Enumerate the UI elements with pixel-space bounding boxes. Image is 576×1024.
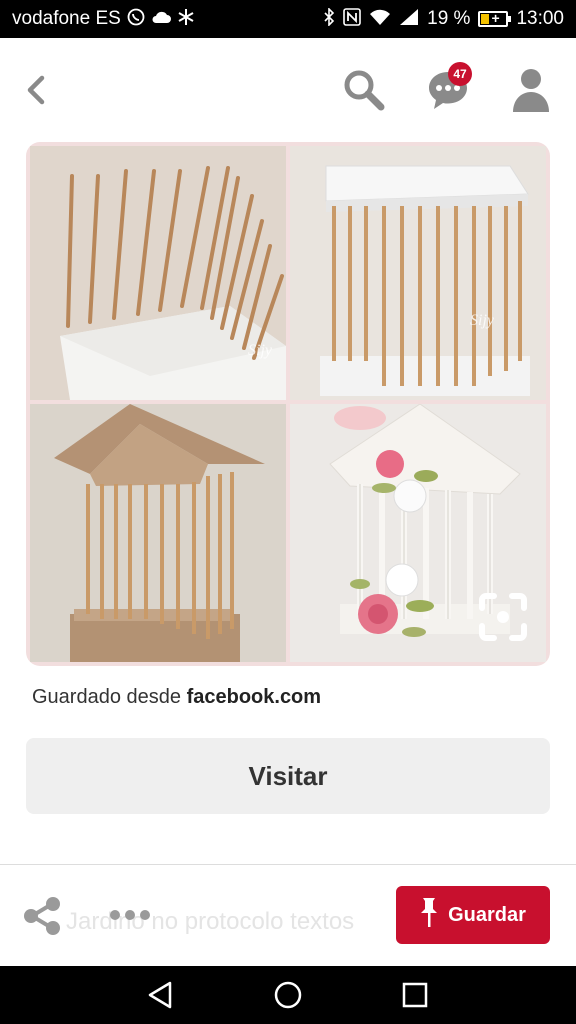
share-icon[interactable] (22, 896, 62, 936)
save-button[interactable]: Guardar (396, 886, 550, 944)
clock: 13:00 (516, 8, 564, 29)
back-arrow-icon[interactable] (20, 70, 52, 110)
bluetooth-icon (323, 7, 335, 30)
saved-from-prefix: Guardado desde (32, 686, 182, 708)
collage-photo-skewers (30, 146, 286, 400)
zoom-lens-icon[interactable] (478, 592, 528, 642)
saved-from-line: Guardado desde facebook.com (32, 686, 321, 709)
battery-percentage: 19 % (427, 8, 471, 29)
carrier-label: vodafone ES (12, 8, 121, 29)
pushpin-icon (420, 896, 438, 934)
system-navigation-bar (0, 966, 576, 1024)
nfc-icon (343, 8, 361, 30)
asterisk-icon (177, 8, 195, 30)
pin-header: 47 (0, 38, 576, 142)
notification-badge: 47 (448, 62, 472, 86)
status-bar: vodafone ES 19 % + 13:00 (0, 0, 576, 38)
profile-icon[interactable] (510, 66, 552, 114)
recents-square-icon[interactable] (398, 978, 432, 1012)
watermark-1: Sijy (248, 342, 272, 359)
collage-photo-foam-cage (290, 146, 546, 400)
signal-icon (399, 8, 419, 30)
visit-button[interactable]: Visitar (26, 738, 550, 814)
pin-image[interactable]: Sijy Sijy (26, 142, 550, 666)
wifi-icon (369, 8, 391, 30)
whatsapp-icon (127, 8, 145, 30)
watermark-2: Sijy (470, 312, 494, 329)
source-domain-link[interactable]: facebook.com (187, 686, 321, 708)
home-circle-icon[interactable] (271, 978, 305, 1012)
search-icon[interactable] (342, 68, 386, 112)
battery-icon: + (478, 10, 512, 27)
pin-action-bar: Jardino no protocolo textos Guardar (0, 866, 576, 966)
more-options-icon[interactable] (108, 904, 152, 926)
back-triangle-icon[interactable] (144, 978, 178, 1012)
collage-photo-cardboard-cage (30, 404, 286, 662)
cloud-icon (151, 10, 171, 28)
save-button-label: Guardar (448, 903, 526, 926)
divider (0, 864, 576, 865)
